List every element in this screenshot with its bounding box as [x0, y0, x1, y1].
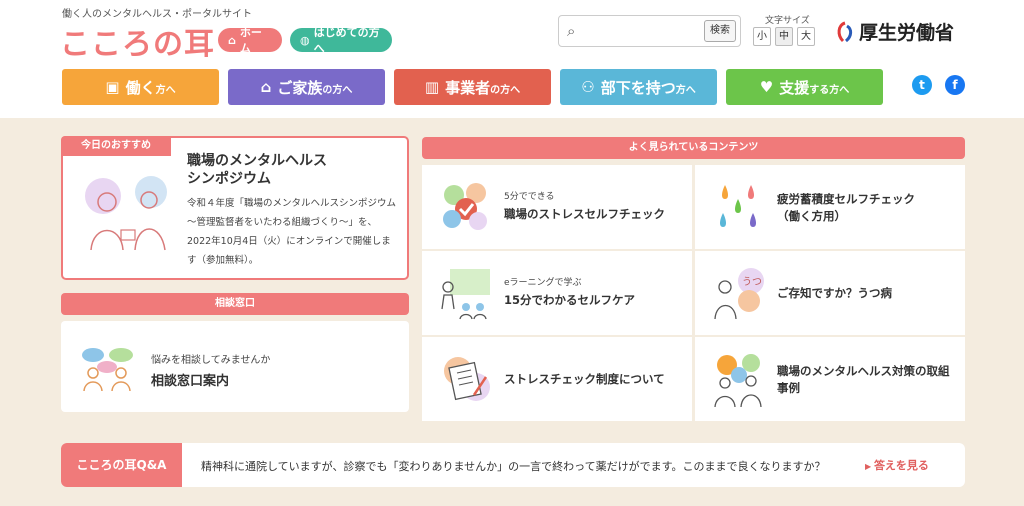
ministry-name: 厚生労働省 — [859, 22, 955, 44]
first-time-button-label: はじめての方へ — [313, 26, 380, 55]
font-size-large[interactable]: 大 — [797, 27, 815, 46]
popular-item-label: 職場のストレスセルフチェック — [504, 207, 665, 221]
popular-item[interactable]: 疲労蓄積度セルフチェック （働く方用） — [695, 165, 965, 249]
people-icon: ⚇ — [581, 78, 595, 96]
first-time-button[interactable]: ◍ はじめての方へ — [290, 26, 392, 55]
nav-worker[interactable]: ▣ 働く方へ — [62, 69, 219, 105]
search-icon: ⌕ — [567, 22, 576, 40]
twitter-icon[interactable]: t — [912, 75, 932, 95]
popular-item-label: 疲労蓄積度セルフチェック （働く方用） — [777, 192, 915, 223]
nav-worker-label: 働く — [125, 78, 156, 97]
symposium-illustration — [85, 176, 167, 251]
helping-hand-icon: ♥ — [759, 78, 774, 96]
popular-item[interactable]: ストレスチェック制度について — [422, 337, 692, 421]
nav-employer-label: 事業者 — [445, 78, 491, 97]
site-logo[interactable]: こころの耳 — [60, 19, 215, 63]
nav-supporter-label: 支援 — [779, 78, 810, 97]
nav-manager[interactable]: ⚇ 部下を持つ方へ — [560, 69, 717, 105]
popular-item-small: 5分でできる — [504, 192, 555, 202]
recommendation-tag: 今日のおすすめ — [61, 136, 171, 156]
qa-bar: こころの耳Q&A 精神科に通院していますが、診察でも「変わりありませんか」の一言… — [61, 443, 965, 487]
popular-item[interactable]: うつ ご存知ですか？うつ病 — [695, 251, 965, 335]
site-tagline: 働く人のメンタルヘルス・ポータルサイト — [62, 9, 252, 20]
nav-employer[interactable]: ▥ 事業者の方へ — [394, 69, 551, 105]
consult-subtitle: 悩みを相談してみませんか — [151, 355, 271, 366]
home-button-label: ホーム — [239, 26, 262, 55]
popular-item-label: ストレスチェック制度について — [504, 372, 665, 386]
depression-icon: うつ — [714, 268, 764, 320]
consult-title: 相談窓口案内 — [151, 374, 230, 389]
consult-people-icon — [82, 348, 133, 391]
popular-item-label: 職場のメンタルヘルス対策の取組事例 — [777, 364, 950, 395]
popular-item[interactable]: eラーニングで学ぶ 15分でわかるセルフケア — [422, 251, 692, 335]
search-box: ⌕ 検索 — [558, 15, 741, 47]
checkmarks-icon — [443, 183, 487, 230]
font-size-label: 文字サイズ — [765, 16, 810, 26]
popular-header: よく見られているコンテンツ — [422, 137, 965, 159]
home-icon: ⌂ — [228, 33, 236, 47]
font-size-medium[interactable]: 中 — [775, 27, 793, 46]
consult-header: 相談窓口 — [61, 293, 409, 315]
nav-supporter-suffix: する方へ — [809, 84, 850, 96]
home-button[interactable]: ⌂ ホーム — [218, 26, 282, 55]
search-input[interactable] — [589, 21, 699, 41]
qa-answer-link-label: 答えを見る — [873, 459, 929, 472]
arrow-right-icon: ▶ — [865, 462, 874, 471]
popular-item-label: ご存知ですか？うつ病 — [777, 286, 892, 300]
popular-item-small: eラーニングで学ぶ — [504, 278, 582, 288]
recommendation-card[interactable]: 今日のおすすめ 職場のメンタルヘルス シンポジウム 令和４年度「職場のメンタルヘ… — [61, 136, 409, 280]
shield-icon: ◍ — [300, 33, 310, 47]
facebook-icon[interactable]: f — [945, 75, 965, 95]
popular-grid: 5分でできる 職場のストレスセルフチェック 疲労蓄積度セルフチェック （働く方用… — [422, 165, 965, 421]
nav-supporter[interactable]: ♥ 支援する方へ — [726, 69, 883, 105]
nav-employer-suffix: の方へ — [490, 84, 521, 96]
checklist-icon — [444, 357, 490, 401]
nav-manager-suffix: 方へ — [675, 84, 696, 96]
search-button[interactable]: 検索 — [704, 20, 736, 42]
popular-item[interactable]: 職場のメンタルヘルス対策の取組事例 — [695, 337, 965, 421]
briefcase-icon: ▣ — [105, 78, 120, 96]
nav-worker-suffix: 方へ — [155, 84, 176, 96]
nav-family-label: ご家族 — [277, 78, 323, 97]
site-header: 働く人のメンタルヘルス・ポータルサイト こころの耳 ⌂ ホーム ◍ はじめての方… — [0, 0, 1024, 118]
qa-tag: こころの耳Q&A — [61, 443, 182, 487]
popular-item[interactable]: 5分でできる 職場のストレスセルフチェック — [422, 165, 692, 249]
recommendation-title: 職場のメンタルヘルス シンポジウム — [187, 153, 327, 187]
workplace-people-icon — [714, 354, 762, 407]
svg-text:うつ: うつ — [742, 276, 762, 288]
popular-item-label: 15分でわかるセルフケア — [504, 293, 636, 307]
nav-family[interactable]: ⌂ ご家族の方へ — [228, 69, 385, 105]
recommendation-body: 令和４年度「職場のメンタルヘルスシンポジウム～管理監督者をいたわる組織づくり～」… — [187, 198, 397, 266]
elearning-icon — [441, 269, 490, 320]
qa-question[interactable]: 精神科に通院していますが、診察でも「変わりありませんか」の一言で終わって薬だけが… — [201, 458, 825, 474]
consult-card[interactable]: 悩みを相談してみませんか 相談窓口案内 — [61, 321, 409, 412]
nav-manager-label: 部下を持つ — [600, 78, 676, 97]
ministry-logo[interactable]: 厚生労働省 — [835, 18, 954, 45]
building-icon: ▥ — [424, 78, 440, 96]
droplets-icon — [720, 185, 756, 227]
qa-answer-link[interactable]: ▶ 答えを見る — [865, 457, 929, 473]
house-icon: ⌂ — [260, 78, 272, 96]
nav-family-suffix: の方へ — [322, 84, 353, 96]
font-size-small[interactable]: 小 — [753, 27, 771, 46]
ministry-mark-icon — [837, 21, 853, 42]
